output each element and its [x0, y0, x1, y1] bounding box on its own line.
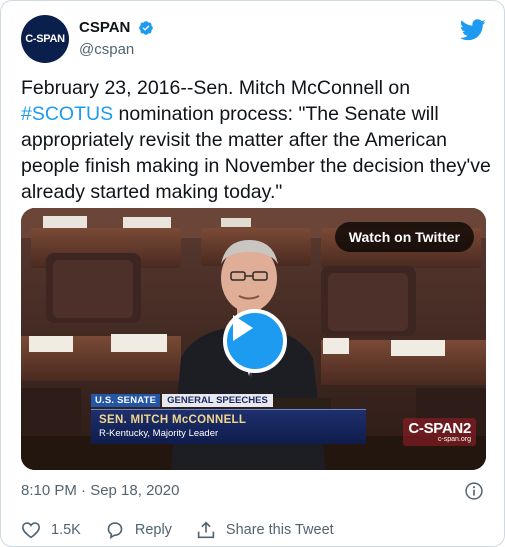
heart-icon: [21, 522, 41, 539]
tweet-card: C-SPAN CSPAN @cspan February 23, 2016--S…: [0, 0, 505, 547]
reply-label: Reply: [134, 522, 172, 538]
watch-on-twitter-button[interactable]: Watch on Twitter: [334, 222, 474, 252]
like-button[interactable]: 1.5K: [21, 521, 81, 539]
lower-third-channel: U.S. SENATE: [91, 394, 161, 407]
video-thumbnail[interactable]: Watch on Twitter U.S. SENATE GENERAL SPE…: [21, 208, 486, 470]
reply-icon: [107, 522, 123, 539]
author-block: CSPAN @cspan: [79, 19, 154, 58]
reply-button[interactable]: Reply: [105, 521, 172, 539]
avatar[interactable]: C-SPAN: [21, 15, 69, 63]
verified-badge-icon: [139, 20, 153, 35]
lower-third-caption: U.S. SENATE GENERAL SPEECHES SEN. MITCH …: [91, 394, 366, 444]
info-icon[interactable]: [464, 481, 484, 501]
lower-third-category: GENERAL SPEECHES: [162, 394, 273, 407]
cspan2-logo-url: c-span.org: [437, 436, 471, 443]
lower-third-name: SEN. MITCH McCONNELL: [99, 414, 247, 426]
share-label: Share this Tweet: [225, 522, 334, 538]
display-name[interactable]: CSPAN: [79, 19, 130, 36]
tweet-text: February 23, 2016--Sen. Mitch McConnell …: [21, 75, 491, 205]
cspan2-logo-main: C-SPAN2: [408, 420, 471, 437]
tweet-actions: 1.5K Reply Share this Tweet: [21, 519, 358, 541]
play-icon: [233, 315, 253, 341]
cspan2-logo: C-SPAN2 c-span.org: [403, 418, 476, 446]
play-button[interactable]: [223, 309, 287, 373]
hashtag-link[interactable]: #SCOTUS: [21, 103, 113, 125]
like-count: 1.5K: [51, 522, 81, 538]
share-icon: [197, 521, 215, 539]
timestamp-link[interactable]: 8:10 PM · Sep 18, 2020: [21, 482, 179, 499]
tweet-text-part: February 23, 2016--Sen. Mitch McConnell …: [21, 77, 411, 99]
tweet-header: C-SPAN CSPAN @cspan: [21, 15, 486, 65]
tweet-meta: 8:10 PM · Sep 18, 2020: [21, 481, 486, 501]
handle[interactable]: @cspan: [79, 41, 154, 58]
twitter-bird-icon[interactable]: [460, 19, 486, 41]
avatar-logo-text: C-SPAN: [25, 33, 65, 45]
share-button[interactable]: Share this Tweet: [196, 521, 334, 539]
lower-third-subtitle: R-Kentucky, Majority Leader: [99, 428, 219, 439]
